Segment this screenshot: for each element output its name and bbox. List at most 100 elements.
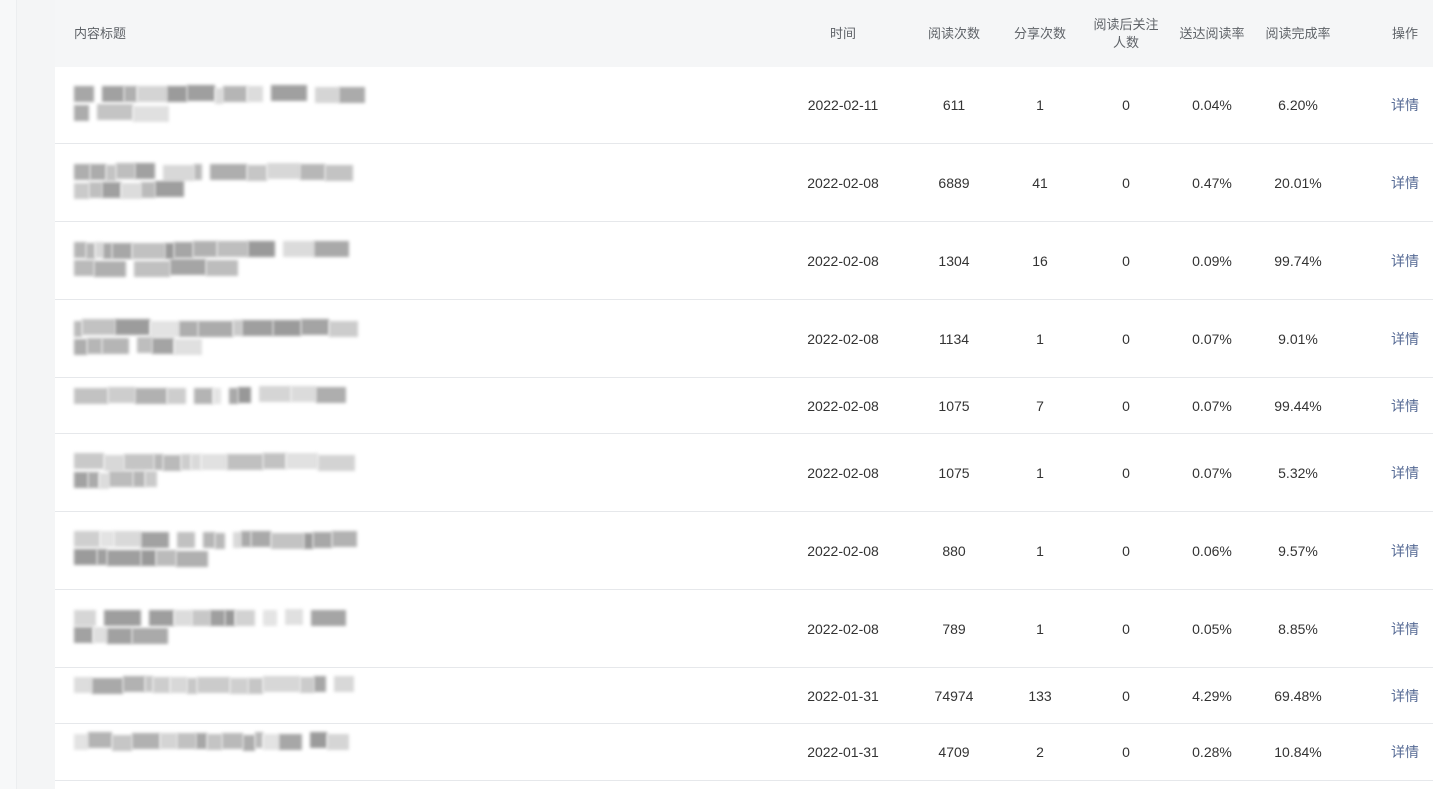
cell-reads: 880 [942,542,966,559]
redacted-title [74,452,364,493]
cell-completion-rate: 69.48% [1274,687,1322,704]
table-row: 2022-02-08 789 1 0 0.05% 8.85% 详情 [55,590,1433,668]
table-row: 2022-02-08 1134 1 0 0.07% 9.01% 详情 [55,300,1433,378]
header-follows: 阅读后关注人数 [1080,0,1172,67]
cell-shares: 1 [1036,542,1044,559]
cell-shares: 2 [1036,744,1044,760]
redacted-title [74,385,364,426]
cell-time: 2022-02-08 [807,620,879,637]
cell-completion-rate: 9.57% [1278,542,1318,559]
cell-time: 2022-02-08 [807,464,879,481]
cell-reads: 789 [942,620,966,637]
cell-shares: 1 [1036,464,1044,481]
header-follows-label: 阅读后关注人数 [1093,16,1159,50]
cell-time: 2022-02-11 [807,97,879,113]
cell-time: 2022-02-08 [807,252,879,269]
cell-shares: 7 [1036,397,1044,414]
cell-reads: 1075 [938,397,970,414]
details-link[interactable]: 详情 [1382,724,1428,780]
cell-reads: 1304 [938,252,970,269]
cell-follows: 0 [1122,174,1130,191]
details-link[interactable]: 详情 [1382,378,1428,433]
cell-delivery-rate: 0.07% [1192,464,1232,481]
cell-reads: 74974 [934,687,974,704]
cell-delivery-rate: 0.04% [1192,97,1232,113]
cell-completion-rate: 8.85% [1278,620,1318,637]
details-link[interactable]: 详情 [1382,67,1428,143]
cell-delivery-rate: 0.07% [1192,330,1232,347]
cell-shares: 16 [1032,252,1048,269]
header-reads: 阅读次数 [927,25,980,41]
cell-reads: 6889 [938,174,970,191]
cell-delivery-rate: 0.07% [1192,397,1232,414]
redacted-title [74,608,364,649]
cell-shares: 1 [1036,330,1044,347]
cell-reads: 611 [942,97,966,113]
header-shares: 分享次数 [1013,25,1066,41]
table-row: 2022-01-31 4709 2 0 0.28% 10.84% 详情 [55,724,1433,781]
cell-completion-rate: 6.20% [1278,97,1318,113]
cell-delivery-rate: 0.47% [1192,174,1232,191]
details-link[interactable]: 详情 [1382,300,1428,377]
header-delivery-rate: 送达阅读率 [1179,25,1245,41]
cell-delivery-rate: 4.29% [1192,687,1232,704]
cell-follows: 0 [1122,620,1130,637]
cell-reads: 4709 [938,744,970,760]
cell-delivery-rate: 0.06% [1192,542,1232,559]
cell-shares: 41 [1032,174,1048,191]
table-row: 2022-02-08 1075 7 0 0.07% 99.44% 详情 [55,378,1433,434]
cell-shares: 1 [1036,97,1044,113]
header-time: 时间 [829,25,856,41]
article-stats-table: 内容标题 时间 阅读次数 分享次数 阅读后关注人数 送达阅读率 阅读完成率 操作… [55,0,1433,789]
redacted-title [74,732,364,772]
table-row: 2022-02-11 611 1 0 0.04% 6.20% 详情 [55,67,1433,144]
cell-time: 2022-02-08 [807,542,879,559]
table-row: 2022-02-08 1075 1 0 0.07% 5.32% 详情 [55,434,1433,512]
details-link[interactable]: 详情 [1382,222,1428,299]
header-title: 内容标题 [74,25,127,41]
cell-completion-rate: 10.84% [1274,744,1322,760]
redacted-title [74,318,364,359]
cell-time: 2022-01-31 [807,744,879,760]
cell-shares: 1 [1036,620,1044,637]
cell-time: 2022-01-31 [807,687,879,704]
cell-time: 2022-02-08 [807,397,879,414]
left-sidebar-edge [0,0,17,789]
redacted-title [74,530,364,571]
cell-reads: 1075 [938,464,970,481]
details-link[interactable]: 详情 [1382,434,1428,511]
redacted-title [74,85,365,125]
header-action: 操作 [1391,25,1418,41]
details-link[interactable]: 详情 [1382,144,1428,221]
header-completion-rate: 阅读完成率 [1265,25,1331,41]
redacted-title [74,675,364,716]
details-link[interactable]: 详情 [1382,590,1428,667]
cell-completion-rate: 20.01% [1274,174,1322,191]
table-header: 内容标题 时间 阅读次数 分享次数 阅读后关注人数 送达阅读率 阅读完成率 操作 [55,0,1433,67]
table-row: 2022-02-08 6889 41 0 0.47% 20.01% 详情 [55,144,1433,222]
redacted-title [74,240,364,281]
cell-follows: 0 [1122,97,1130,113]
table-row: 2022-01-31 74974 133 0 4.29% 69.48% 详情 [55,668,1433,724]
cell-time: 2022-02-08 [807,174,879,191]
cell-completion-rate: 99.44% [1274,397,1322,414]
redacted-title [74,162,364,203]
cell-delivery-rate: 0.05% [1192,620,1232,637]
cell-follows: 0 [1122,542,1130,559]
cell-follows: 0 [1122,464,1130,481]
cell-follows: 0 [1122,397,1130,414]
cell-delivery-rate: 0.28% [1192,744,1232,760]
cell-delivery-rate: 0.09% [1192,252,1232,269]
cell-completion-rate: 9.01% [1278,330,1318,347]
cell-completion-rate: 5.32% [1278,464,1318,481]
table-row: 2022-02-08 1304 16 0 0.09% 99.74% 详情 [55,222,1433,300]
cell-follows: 0 [1122,252,1130,269]
details-link[interactable]: 详情 [1382,668,1428,723]
details-link[interactable]: 详情 [1382,512,1428,589]
cell-time: 2022-02-08 [807,330,879,347]
cell-follows: 0 [1122,744,1130,760]
cell-shares: 133 [1028,687,1052,704]
cell-follows: 0 [1122,687,1130,704]
cell-reads: 1134 [938,330,970,347]
cell-completion-rate: 99.74% [1274,252,1322,269]
